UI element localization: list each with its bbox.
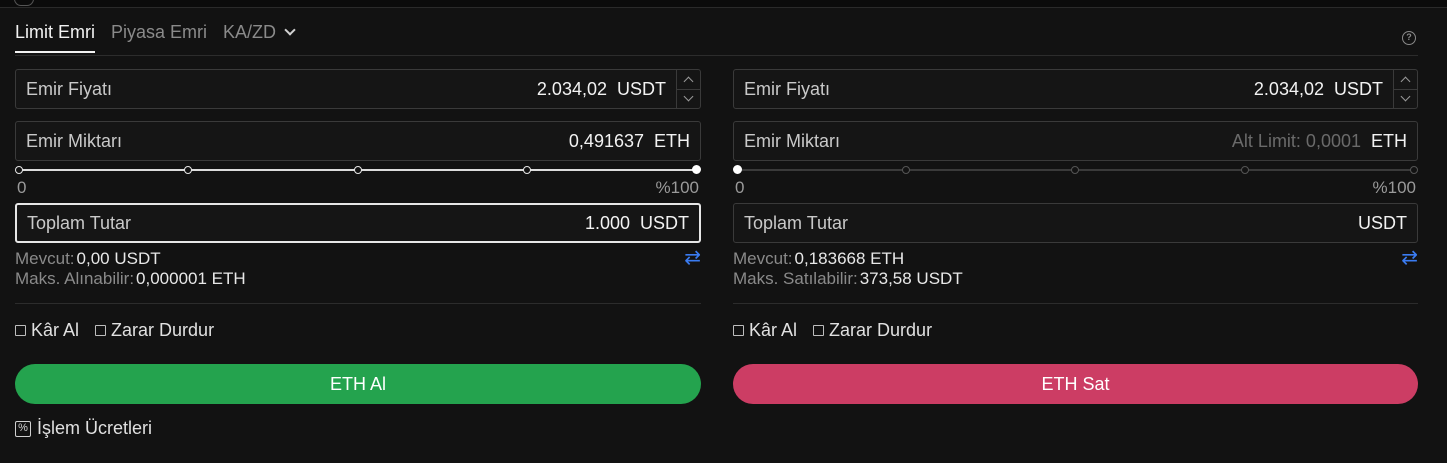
slider-node-75[interactable] <box>523 166 531 174</box>
buy-price-value[interactable]: 2.034,02 <box>537 79 607 100</box>
slider-max-label: %100 <box>1372 178 1416 197</box>
buy-total-label: Toplam Tutar <box>27 212 132 233</box>
increment-icon[interactable] <box>677 70 700 89</box>
buy-price-unit: USDT <box>617 78 666 99</box>
sell-price-label: Emir Fiyatı <box>744 78 831 99</box>
slider-node-25[interactable] <box>184 166 192 174</box>
available-label: Mevcut: <box>15 249 75 268</box>
slider-handle[interactable] <box>692 165 701 174</box>
sell-amount-unit: ETH <box>1371 130 1407 151</box>
sell-amount-slider[interactable] <box>733 163 1418 177</box>
sell-amount-field[interactable]: Emir Miktarı Alt Limit: 0,0001 ETH <box>733 121 1418 161</box>
decrement-icon[interactable] <box>677 88 700 109</box>
buy-total-unit: USDT <box>640 212 689 233</box>
sell-amount-label: Emir Miktarı <box>744 130 840 151</box>
slider-handle[interactable] <box>733 165 742 174</box>
buy-panel: Emir Fiyatı 2.034,02 USDT Emir Miktarı 0… <box>15 0 701 463</box>
slider-node-100[interactable] <box>1410 166 1418 174</box>
stop-loss-label: Zarar Durdur <box>111 320 215 340</box>
buy-price-label: Emir Fiyatı <box>26 78 113 99</box>
max-buy-label: Maks. Alınabilir: <box>15 269 135 288</box>
percent-icon: % <box>15 420 31 437</box>
sell-tpsl-options: Kâr Al Zarar Durdur <box>733 320 948 341</box>
checkbox-icon[interactable] <box>733 325 744 336</box>
max-sell-value: 373,58 USDT <box>859 269 963 288</box>
max-buy-value: 0,000001 ETH <box>136 269 246 288</box>
slider-node-25[interactable] <box>902 166 910 174</box>
sell-panel: Emir Fiyatı 2.034,02 USDT Emir Miktarı A… <box>733 0 1418 463</box>
sell-total-field[interactable]: Toplam Tutar USDT <box>733 203 1418 243</box>
buy-price-field[interactable]: Emir Fiyatı 2.034,02 USDT <box>15 69 701 109</box>
trading-fees-label: İşlem Ücretleri <box>37 418 153 438</box>
transfer-icon[interactable]: ⇄ <box>684 248 701 268</box>
slider-min-label: 0 <box>17 178 27 197</box>
buy-available: Mevcut: 0,00 USDT <box>15 249 161 269</box>
buy-amount-slider[interactable] <box>15 163 701 177</box>
buy-total-value[interactable]: 1.000 <box>585 213 630 234</box>
slider-node-50[interactable] <box>1071 166 1079 174</box>
take-profit-checkbox[interactable]: Kâr Al <box>733 320 797 341</box>
stop-loss-checkbox[interactable]: Zarar Durdur <box>813 320 932 341</box>
stop-loss-checkbox[interactable]: Zarar Durdur <box>95 320 214 341</box>
checkbox-icon[interactable] <box>813 325 825 336</box>
sell-price-unit: USDT <box>1334 78 1383 99</box>
buy-max: Maks. Alınabilir: 0,000001 ETH <box>15 269 246 289</box>
buy-tpsl-options: Kâr Al Zarar Durdur <box>15 320 230 341</box>
sell-max: Maks. Satılabilir: 373,58 USDT <box>733 269 963 289</box>
available-value: 0,183668 ETH <box>794 249 905 268</box>
buy-amount-field[interactable]: Emir Miktarı 0,491637 ETH <box>15 121 701 161</box>
take-profit-label: Kâr Al <box>749 320 798 340</box>
sell-price-field[interactable]: Emir Fiyatı 2.034,02 USDT <box>733 69 1418 109</box>
buy-amount-label: Emir Miktarı <box>26 130 122 151</box>
checkbox-icon[interactable] <box>15 325 26 336</box>
slider-min-label: 0 <box>735 178 745 197</box>
available-value: 0,00 USDT <box>76 249 161 268</box>
transfer-icon[interactable]: ⇄ <box>1401 248 1418 268</box>
sell-divider <box>733 303 1418 304</box>
stop-loss-label: Zarar Durdur <box>829 320 933 340</box>
increment-icon[interactable] <box>1394 70 1417 89</box>
sell-price-value[interactable]: 2.034,02 <box>1254 79 1324 100</box>
slider-node-75[interactable] <box>1241 166 1249 174</box>
sell-total-label: Toplam Tutar <box>744 212 849 233</box>
slider-node-0[interactable] <box>15 166 23 174</box>
slider-node-50[interactable] <box>354 166 362 174</box>
take-profit-checkbox[interactable]: Kâr Al <box>15 320 79 341</box>
checkbox-icon[interactable] <box>95 325 107 336</box>
sell-total-unit: USDT <box>1358 212 1407 233</box>
buy-amount-value[interactable]: 0,491637 <box>569 131 644 152</box>
decrement-icon[interactable] <box>1394 88 1417 109</box>
sell-eth-button[interactable]: ETH Sat <box>733 364 1418 404</box>
sell-amount-placeholder[interactable]: Alt Limit: 0,0001 <box>1232 131 1361 152</box>
take-profit-label: Kâr Al <box>31 320 80 340</box>
sell-price-stepper <box>1393 70 1417 108</box>
max-sell-label: Maks. Satılabilir: <box>733 269 858 288</box>
buy-total-field[interactable]: Toplam Tutar 1.000 USDT <box>15 203 701 243</box>
available-label: Mevcut: <box>733 249 793 268</box>
slider-max-label: %100 <box>655 178 699 197</box>
buy-amount-unit: ETH <box>654 130 690 151</box>
buy-eth-button[interactable]: ETH Al <box>15 364 701 404</box>
buy-divider <box>15 303 701 304</box>
sell-available: Mevcut: 0,183668 ETH <box>733 249 904 269</box>
buy-price-stepper <box>676 70 700 108</box>
trading-fees-link[interactable]: % İşlem Ücretleri <box>15 418 152 439</box>
